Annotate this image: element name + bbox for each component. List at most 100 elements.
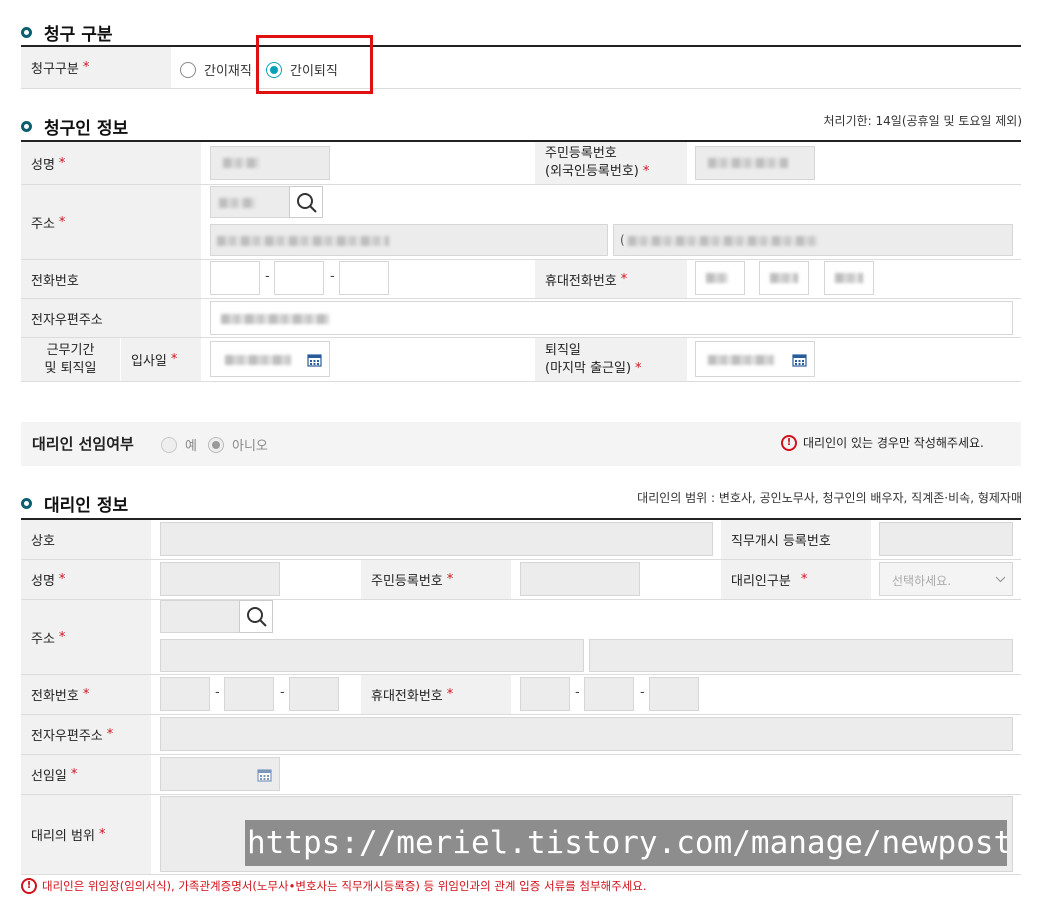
claimant-work-period-row: 근무기간 및 퇴직일 입사일 * 퇴직일 (마지막 출근일) * [21, 338, 1021, 382]
calendar-icon[interactable] [792, 352, 807, 367]
masked-text [221, 314, 329, 324]
radio-agent-no[interactable] [208, 437, 224, 453]
mobile-input-2[interactable] [759, 261, 809, 295]
phone-input-1[interactable] [210, 261, 260, 295]
phone-label: 전화번호 [21, 260, 201, 298]
retire-date-label: 퇴직일 (마지막 출근일) * [535, 338, 687, 381]
section-agent-title: 대리인 정보 [21, 491, 128, 516]
masked-text [706, 273, 728, 283]
agent-name-input[interactable] [160, 562, 280, 596]
agent-select-notice: 대리인이 있는 경우만 작성해주세요. [803, 436, 984, 450]
masked-text [770, 273, 798, 283]
agent-phone-label: 전화번호 * [21, 675, 151, 714]
agent-phone-input-3[interactable] [289, 677, 339, 711]
zipcode-input[interactable] [210, 186, 290, 218]
agent-phone-row: 전화번호 * - - 휴대전화번호 * - - [21, 675, 1021, 715]
claimant-phone-row: 전화번호 - - 휴대전화번호 * [21, 260, 1021, 299]
claimant-email-row: 전자우편주소 [21, 299, 1021, 338]
agent-appoint-row: 선임일 * [21, 755, 1021, 795]
appoint-date-label: 선임일 * [21, 755, 151, 794]
section-claimant-title: 청구인 정보 [21, 114, 128, 139]
agent-address-label: 주소 * [21, 600, 151, 674]
masked-text [217, 236, 389, 246]
footer-notice: 대리인은 위임장(임의서식), 가족관계증명서(노무사•변호사는 직무개시등록증… [42, 879, 647, 893]
address-input[interactable] [210, 224, 608, 256]
masked-text [219, 198, 255, 208]
agent-mobile-input-3[interactable] [649, 677, 699, 711]
section-bullet-icon [21, 498, 32, 509]
agent-email-input[interactable] [160, 717, 1013, 751]
agent-type-select[interactable]: 선택하세요. [879, 562, 1013, 596]
phone-input-3[interactable] [339, 261, 389, 295]
search-icon [297, 193, 317, 213]
radio-simple-employed[interactable] [180, 62, 196, 78]
radio-label-employed: 간이재직 [204, 64, 252, 79]
agent-name-label: 성명 * [21, 560, 151, 599]
claim-type-label: 청구구분 * [21, 47, 171, 88]
claimant-address-row: 주소 * ( [21, 185, 1021, 260]
name-input[interactable] [210, 146, 330, 180]
agent-email-label: 전자우편주소 * [21, 715, 151, 754]
registration-input[interactable] [879, 522, 1013, 556]
agent-mobile-label: 휴대전화번호 * [361, 675, 511, 714]
company-input[interactable] [160, 522, 713, 556]
phone-input-2[interactable] [274, 261, 324, 295]
agent-mobile-input-1[interactable] [520, 677, 570, 711]
registration-label: 직무개시 등록번호 [721, 520, 871, 559]
agent-phone-input-2[interactable] [224, 677, 274, 711]
agent-type-label: 대리인구분 * [721, 560, 871, 599]
agent-address-input[interactable] [160, 639, 584, 672]
agent-name-row: 성명 * 주민등록번호 * 대리인구분 * 선택하세요. [21, 560, 1021, 600]
hire-date-input[interactable] [210, 341, 330, 377]
agent-zipcode-search-button[interactable] [239, 600, 273, 633]
agent-address-row: 주소 * [21, 600, 1021, 675]
search-icon [247, 607, 267, 627]
name-label: 성명 * [21, 142, 201, 184]
agent-mobile-input-2[interactable] [584, 677, 634, 711]
agent-zipcode-input[interactable] [160, 600, 240, 633]
url-watermark: https://meriel.tistory.com/manage/newpos… [245, 820, 1007, 866]
rrn-input[interactable] [695, 146, 815, 180]
agent-rrn-label: 주민등록번호 * [361, 560, 511, 599]
highlight-box [256, 35, 373, 94]
masked-text [628, 236, 818, 246]
masked-text [223, 158, 259, 168]
agent-select-label: 대리인 선임여부 [32, 435, 134, 453]
chevron-down-icon [995, 576, 1006, 583]
agent-email-row: 전자우편주소 * [21, 715, 1021, 755]
masked-text [708, 158, 788, 168]
agent-phone-input-1[interactable] [160, 677, 210, 711]
email-label: 전자우편주소 [21, 299, 201, 337]
agent-address-detail-input[interactable] [589, 639, 1013, 672]
agent-rrn-input[interactable] [520, 562, 640, 596]
masked-text [225, 355, 291, 365]
warning-icon: ! [21, 878, 37, 894]
email-input[interactable] [210, 301, 1013, 335]
section-bullet-icon [21, 121, 32, 132]
calendar-icon[interactable] [257, 767, 272, 782]
zipcode-search-button[interactable] [289, 186, 323, 218]
retire-date-input[interactable] [695, 341, 815, 377]
appoint-date-input[interactable] [160, 757, 280, 791]
hire-date-label: 입사일 * [121, 338, 201, 381]
company-label: 상호 [21, 520, 151, 559]
work-period-label: 근무기간 및 퇴직일 [21, 338, 120, 381]
mobile-label: 휴대전화번호 * [535, 260, 687, 298]
radio-agent-yes[interactable] [161, 437, 177, 453]
masked-text [708, 355, 774, 365]
calendar-icon[interactable] [307, 352, 322, 367]
address-detail-input[interactable]: ( [613, 224, 1013, 256]
warning-icon: ! [781, 435, 797, 451]
mobile-input-1[interactable] [695, 261, 745, 295]
mobile-input-3[interactable] [824, 261, 874, 295]
agent-select-bar: 대리인 선임여부 예 아니오 ! 대리인이 있는 경우만 작성해주세요. [21, 422, 1021, 466]
agent-company-row: 상호 직무개시 등록번호 [21, 520, 1021, 560]
address-label: 주소 * [21, 185, 201, 259]
agent-scope-note: 대리인의 범위 : 변호사, 공인노무사, 청구인의 배우자, 직계존·비속, … [637, 491, 1022, 505]
rrn-label: 주민등록번호 (외국인등록번호) * [535, 142, 687, 184]
claimant-name-row: 성명 * 주민등록번호 (외국인등록번호) * [21, 142, 1021, 185]
masked-text [835, 273, 863, 283]
deadline-note: 처리기한: 14일(공휴일 및 토요일 제외) [823, 114, 1023, 128]
section-bullet-icon [21, 27, 32, 38]
claim-type-row: 청구구분 * 간이재직 간이퇴직 [21, 47, 1021, 89]
